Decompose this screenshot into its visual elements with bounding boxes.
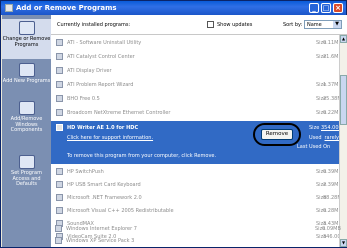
program-icon bbox=[56, 124, 63, 131]
program-name: Windows Internet Explorer 7 bbox=[66, 225, 137, 232]
program-name: Microsoft Visual C++ 2005 Redistributabl… bbox=[67, 207, 174, 214]
maximize-button[interactable]: □ bbox=[321, 3, 331, 13]
program-icon bbox=[56, 81, 63, 88]
chevron-down-icon: ▼ bbox=[333, 21, 341, 28]
program-name: Broadcom NetXtreme Ethernet Controller bbox=[67, 109, 171, 116]
sort-by-select[interactable]: Name ▼ bbox=[304, 20, 342, 29]
windows-components-icon bbox=[18, 101, 35, 115]
show-updates-checkbox[interactable] bbox=[207, 21, 214, 28]
sort-by-value: Name bbox=[307, 22, 322, 28]
program-name: Windows XP Service Pack 3 bbox=[66, 237, 135, 244]
sort-by-label: Sort by: bbox=[283, 22, 303, 28]
program-name: ATI Display Driver bbox=[67, 67, 112, 74]
list-item[interactable]: Microsoft Visual C++ 2005 Redistributabl… bbox=[51, 205, 342, 216]
program-icon bbox=[56, 207, 63, 214]
add-remove-programs-window: Add or Remove Programs _ □ × Change or R… bbox=[0, 0, 347, 248]
currently-installed-label: Currently installed programs: bbox=[57, 22, 131, 28]
sidebar: Change or Remove Programs Add New Progra… bbox=[2, 15, 51, 247]
used-label: Used bbox=[309, 135, 322, 141]
size-value: 88.28MB bbox=[323, 194, 346, 201]
program-icon bbox=[55, 225, 62, 232]
list-item[interactable]: Microsoft .NET Framework 2.0 Size 88.28MB bbox=[51, 192, 346, 203]
remove-instructions: To remove this program from your compute… bbox=[67, 153, 217, 159]
window-app-icon bbox=[5, 4, 13, 12]
program-icon bbox=[56, 67, 63, 74]
sidebar-item-windows-components[interactable]: Add/Remove Windows Components bbox=[2, 101, 51, 141]
size-value: 0.11MB bbox=[323, 39, 342, 46]
sidebar-item-label: Add New Programs bbox=[2, 78, 51, 84]
sidebar-item-change-remove[interactable]: Change or Remove Programs bbox=[2, 19, 51, 59]
scroll-thumb[interactable] bbox=[340, 75, 347, 125]
sidebar-item-label: Set Program Access and Defaults bbox=[11, 170, 42, 187]
title-bar[interactable]: Add or Remove Programs _ □ × bbox=[1, 1, 346, 15]
remove-button[interactable]: Remove bbox=[261, 129, 293, 140]
sidebar-item-program-access[interactable]: Set Program Access and Defaults bbox=[2, 155, 51, 195]
program-icon bbox=[56, 181, 63, 188]
scroll-up-icon[interactable]: ▲ bbox=[340, 35, 347, 43]
list-item[interactable]: ATI Catalyst Control Center Size 21.6MB bbox=[51, 51, 342, 62]
list-item[interactable]: BHO Free 0.5 Size 25.38MB bbox=[51, 93, 346, 104]
sidebar-item-add-new[interactable]: Add New Programs bbox=[2, 63, 51, 95]
program-name: HP SwitchPush bbox=[67, 168, 104, 175]
size-value: 0.22MB bbox=[323, 109, 342, 116]
show-updates-label: Show updates bbox=[217, 22, 253, 28]
size-value: 25.38MB bbox=[323, 95, 346, 102]
program-icon bbox=[56, 95, 63, 102]
size-value: 0.39MB bbox=[323, 168, 342, 175]
content-pane: Currently installed programs: Show updat… bbox=[51, 15, 347, 247]
list-item[interactable]: ATI Display Driver bbox=[51, 65, 339, 76]
list-item[interactable]: ATI Problem Report Wizard Size 1.37MB bbox=[51, 79, 342, 90]
sidebar-item-label: Add/Remove Windows Components bbox=[10, 116, 43, 133]
size-value: 1.37MB bbox=[323, 81, 342, 88]
program-name: ATI Problem Report Wizard bbox=[67, 81, 134, 88]
program-name: BHO Free 0.5 bbox=[67, 95, 100, 102]
size-value: 354.00MB bbox=[321, 125, 347, 131]
program-name: Microsoft .NET Framework 2.0 bbox=[67, 194, 142, 201]
size-value: 2.39MB bbox=[323, 181, 342, 188]
support-info-link[interactable]: Click here for support information. bbox=[67, 135, 153, 141]
program-name: ATI - Software Uninstall Utility bbox=[67, 39, 142, 46]
add-program-icon bbox=[18, 63, 35, 77]
list-item[interactable]: ATI - Software Uninstall Utility Size 0.11… bbox=[51, 37, 342, 48]
programs-toolbar: Currently installed programs: Show updat… bbox=[51, 15, 347, 35]
size-value: 21.6MB bbox=[323, 53, 342, 60]
program-icon bbox=[56, 168, 63, 175]
list-item[interactable]: HP SwitchPush Size 0.39MB bbox=[51, 166, 342, 177]
vertical-scrollbar[interactable]: ▲ ▼ bbox=[339, 35, 347, 247]
size-label: Size bbox=[309, 125, 320, 131]
list-item[interactable]: Windows Internet Explorer 7 Size 0.09MB bbox=[50, 223, 341, 234]
program-icon bbox=[56, 109, 63, 116]
size-value: 0.28MB bbox=[323, 207, 342, 214]
sidebar-item-label: Change or Remove Programs bbox=[2, 36, 51, 48]
program-icon bbox=[56, 39, 63, 46]
list-item[interactable]: Windows XP Service Pack 3 bbox=[50, 235, 338, 246]
list-item[interactable]: Broadcom NetXtreme Ethernet Controller Si… bbox=[51, 107, 342, 118]
selected-program-name: HD Writer AE 1.0 for HDC bbox=[67, 125, 139, 131]
minimize-button[interactable]: _ bbox=[309, 3, 319, 13]
list-item[interactable]: HP USB Smart Card Keyboard Size 2.39MB bbox=[51, 179, 342, 190]
used-value[interactable]: rarely bbox=[321, 135, 340, 141]
window-title: Add or Remove Programs bbox=[16, 4, 117, 12]
close-button[interactable]: × bbox=[333, 3, 343, 13]
program-access-icon bbox=[18, 155, 35, 169]
scroll-down-icon[interactable]: ▼ bbox=[340, 239, 347, 247]
programs-box-icon bbox=[18, 21, 35, 35]
program-icon bbox=[55, 237, 62, 244]
program-icon bbox=[56, 53, 63, 60]
size-value: 0.09MB bbox=[322, 225, 341, 232]
program-icon bbox=[56, 194, 63, 201]
program-name: ATI Catalyst Control Center bbox=[67, 53, 135, 60]
last-used-label: Last Used On bbox=[297, 144, 331, 150]
program-name: HP USB Smart Card Keyboard bbox=[67, 181, 141, 188]
